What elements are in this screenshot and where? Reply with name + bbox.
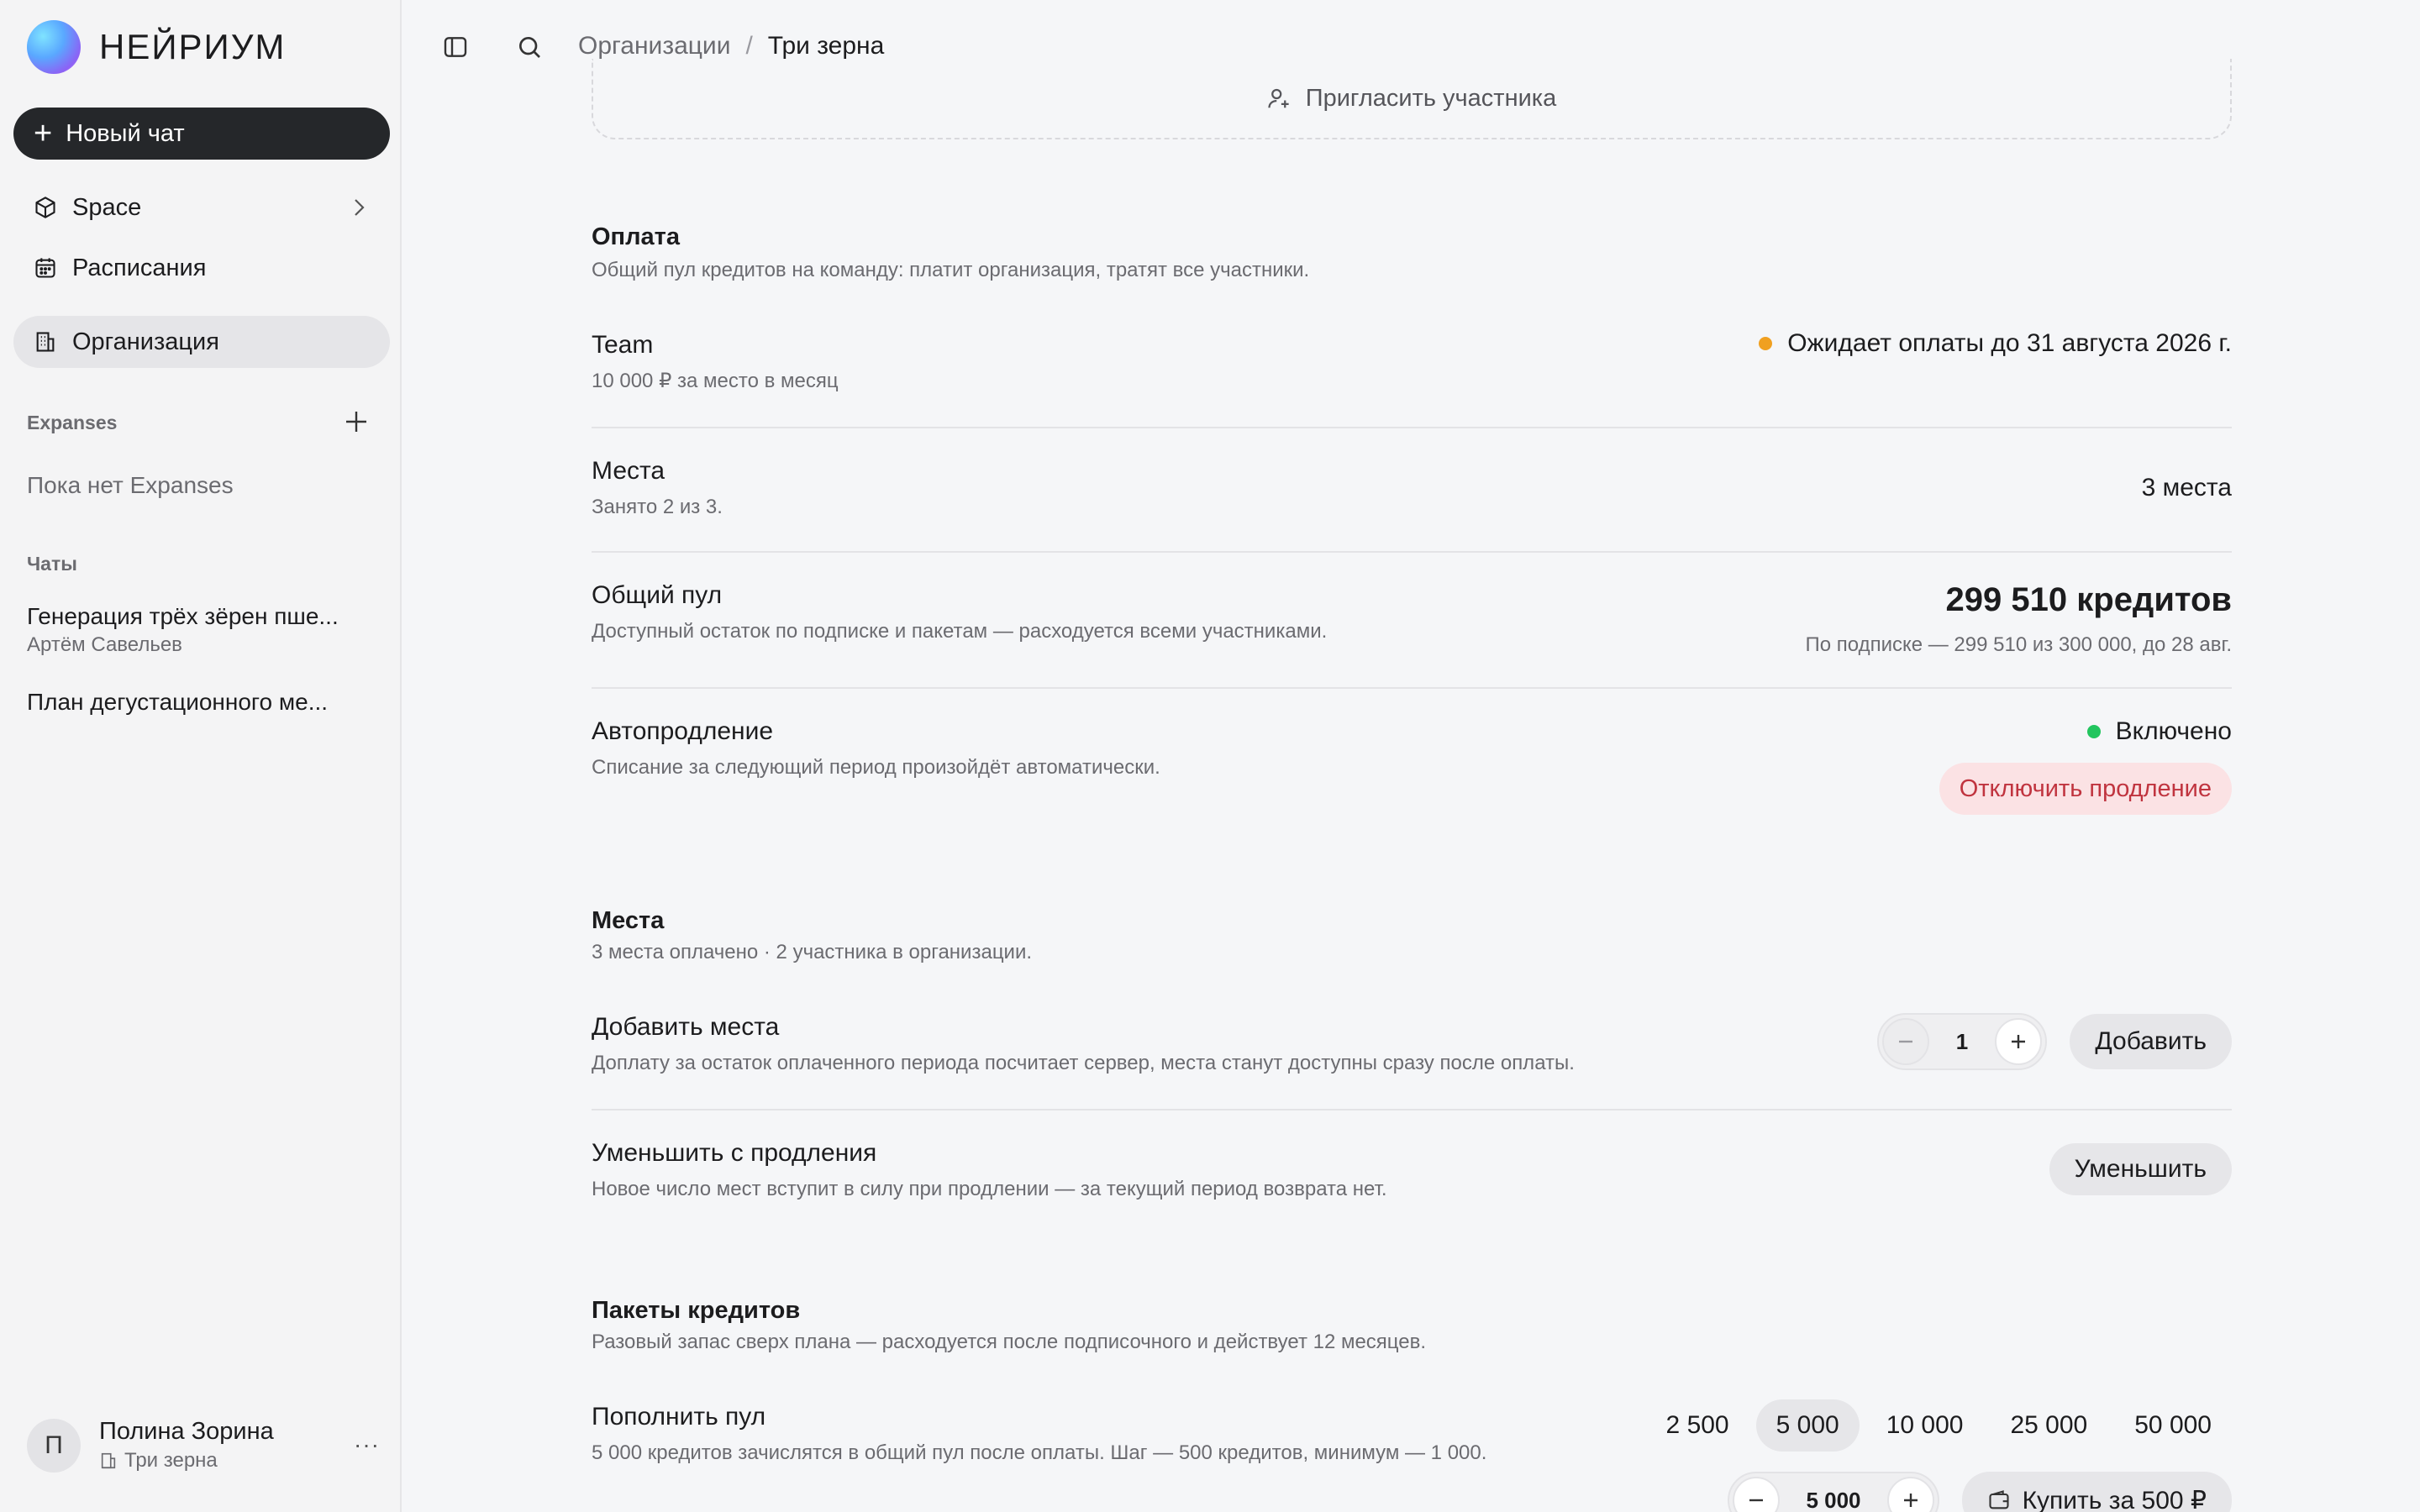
building-icon	[101, 1452, 116, 1469]
increment-button[interactable]	[1995, 1018, 2042, 1065]
invite-label: Пригласить участника	[1305, 84, 1557, 112]
amount-option-selected[interactable]: 5 000	[1755, 1399, 1860, 1452]
chat-list-item[interactable]: План дегустационного ме...	[27, 689, 380, 716]
add-seats-title: Добавить места	[592, 1013, 780, 1041]
plan-status: Ожидает оплаты до 31 августа 2026 г.	[1759, 329, 2232, 358]
sidebar-item-organization[interactable]: Организация	[13, 316, 390, 368]
plus-icon: +	[34, 116, 53, 151]
brand-logo	[27, 20, 81, 74]
sidebar-item-label: Расписания	[72, 254, 207, 281]
topup-title: Пополнить пул	[592, 1403, 766, 1431]
topup-description: 5 000 кредитов зачислятся в общий пул по…	[592, 1441, 1487, 1464]
chats-heading: Чаты	[27, 553, 77, 575]
avatar: П	[27, 1418, 81, 1473]
wallet-icon	[1989, 1490, 2009, 1509]
decrement-button[interactable]	[1733, 1477, 1780, 1512]
seats-heading: Места	[592, 907, 665, 934]
main-content: Пригласить участника Оплата Общий пул кр…	[592, 0, 2232, 1512]
sidebar-toggle-icon[interactable]	[440, 32, 471, 62]
new-chat-label: Новый чат	[66, 119, 185, 147]
seats-quantity-stepper[interactable]: 1	[1877, 1013, 2047, 1070]
payment-heading: Оплата	[592, 223, 680, 250]
plan-status-text: Ожидает оплаты до 31 августа 2026 г.	[1787, 329, 2232, 357]
seats-quantity-value: 1	[1955, 1028, 1969, 1054]
user-org-name: Три зерна	[124, 1449, 218, 1472]
payment-description: Общий пул кредитов на команду: платит ор…	[592, 259, 1310, 281]
minus-icon	[1899, 1040, 1912, 1043]
status-dot	[1759, 337, 1773, 350]
autorenew-status-text: Включено	[2115, 717, 2232, 745]
pool-description: Доступный остаток по подписке и пакетам …	[592, 620, 1328, 643]
amount-option[interactable]: 10 000	[1866, 1399, 1984, 1452]
pool-title: Общий пул	[592, 581, 723, 609]
pool-value: 299 510 кредитов	[1945, 581, 2232, 618]
minus-icon	[1749, 1499, 1763, 1502]
user-profile[interactable]: П Полина Зорина Три зерна ···	[27, 1418, 380, 1473]
chat-list-item[interactable]: Генерация трёх зёрен пше... Артём Савель…	[27, 603, 380, 657]
buy-credits-button[interactable]: Купить за 500 ₽	[1961, 1472, 2232, 1512]
divider	[592, 687, 2232, 689]
autorenew-status: Включено	[2086, 717, 2232, 746]
brand-name: НЕЙРИУМ	[99, 27, 287, 66]
plan-price: 10 000 ₽ за место в месяц	[592, 370, 839, 392]
chat-title: Генерация трёх зёрен пше...	[27, 603, 339, 629]
brand[interactable]: НЕЙРИУМ	[27, 20, 286, 74]
seats-description: Занято 2 из 3.	[592, 496, 723, 518]
topup-quantity-stepper[interactable]: 5 000	[1728, 1472, 1939, 1512]
amount-option[interactable]: 2 500	[1646, 1399, 1749, 1452]
calendar-icon	[32, 255, 59, 281]
chat-title: План дегустационного ме...	[27, 689, 329, 715]
sidebar-item-space[interactable]: Space	[13, 181, 390, 234]
sidebar-item-schedules[interactable]: Расписания	[13, 242, 390, 294]
add-seats-description: Доплату за остаток оплаченного периода п…	[592, 1052, 1575, 1074]
plus-icon	[1903, 1494, 1918, 1507]
search-icon[interactable]	[514, 32, 544, 62]
cube-icon	[32, 194, 59, 221]
amount-option[interactable]: 50 000	[2114, 1399, 2232, 1452]
more-options-button[interactable]: ···	[354, 1431, 380, 1458]
sidebar-item-label: Организация	[72, 328, 219, 355]
packs-heading: Пакеты кредитов	[592, 1297, 801, 1324]
autorenew-title: Автопродление	[592, 717, 774, 745]
invite-member-button[interactable]: Пригласить участника	[592, 59, 2232, 139]
seats-value: 3 места	[2141, 474, 2232, 501]
divider	[592, 427, 2232, 428]
plus-icon	[2012, 1035, 2025, 1048]
expanses-empty-text: Пока нет Expanses	[27, 472, 234, 498]
pool-detail: По подписке — 299 510 из 300 000, до 28 …	[1805, 633, 2232, 656]
add-seats-button[interactable]: Добавить	[2070, 1014, 2232, 1069]
increment-button[interactable]	[1886, 1477, 1934, 1512]
packs-description: Разовый запас сверх плана — расходуется …	[592, 1331, 1427, 1353]
sidebar-item-label: Space	[72, 193, 142, 221]
building-icon	[32, 328, 59, 355]
disable-autorenew-button[interactable]: Отключить продление	[1939, 763, 2232, 815]
divider	[592, 1109, 2232, 1110]
amount-option[interactable]: 25 000	[1990, 1399, 2107, 1452]
chevron-right-icon	[350, 197, 368, 225]
user-name: Полина Зорина	[99, 1418, 274, 1445]
topup-quantity-value: 5 000	[1806, 1487, 1861, 1512]
topup-amount-options: 2 500 5 000 10 000 25 000 50 000	[1646, 1399, 2232, 1452]
plan-name: Team	[592, 331, 654, 359]
divider	[592, 551, 2232, 553]
chat-author: Артём Савельев	[27, 633, 182, 656]
expanses-heading: Expanses	[27, 412, 118, 433]
buy-credits-label: Купить за 500 ₽	[2022, 1486, 2207, 1512]
new-chat-button[interactable]: + Новый чат	[13, 108, 390, 160]
seats-title: Места	[592, 457, 666, 485]
add-expanse-button[interactable]	[341, 407, 371, 437]
autorenew-description: Списание за следующий период произойдёт …	[592, 756, 1160, 779]
status-dot	[2086, 725, 2101, 738]
user-org: Три зерна	[99, 1449, 274, 1473]
decrement-button[interactable]	[1882, 1018, 1929, 1065]
user-add-icon	[1268, 88, 1289, 108]
sidebar: НЕЙРИУМ + Новый чат Space Расписания Орг…	[0, 0, 402, 1512]
reduce-seats-title: Уменьшить с продления	[592, 1139, 877, 1167]
reduce-seats-description: Новое число мест вступит в силу при прод…	[592, 1178, 1387, 1200]
reduce-seats-button[interactable]: Уменьшить	[2049, 1143, 2232, 1195]
seats-section-description: 3 места оплачено · 2 участника в организ…	[592, 941, 1033, 963]
